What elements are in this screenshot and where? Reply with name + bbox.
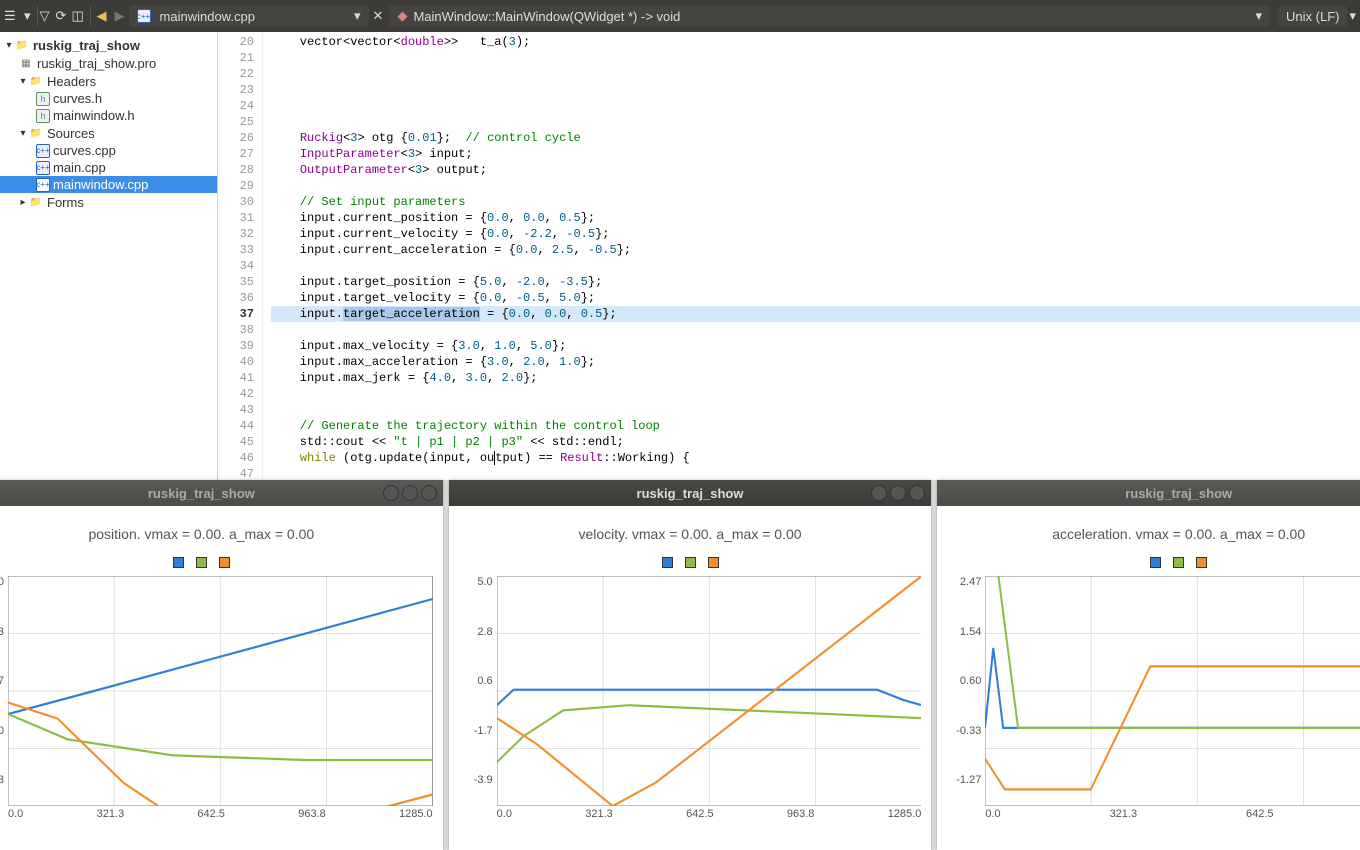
folder-icon: 📁 — [14, 37, 30, 53]
h-icon: h — [36, 92, 50, 106]
chart-title: acceleration. vmax = 0.00. a_max = 0.00 — [947, 526, 1360, 542]
plot-titlebar[interactable]: ruskig_traj_show — [449, 480, 932, 506]
code-editor[interactable]: 2021222324252627282930313233343536373839… — [218, 32, 1360, 480]
x-axis: 0.0321.3642.5963.8 — [947, 808, 1360, 820]
chart-canvas — [8, 576, 433, 806]
encoding-dropdown-icon[interactable]: ▾ — [1349, 8, 1356, 24]
pro-icon: ▦ — [18, 55, 34, 71]
y-axis: 2.471.540.60-0.33-1.27 — [947, 576, 985, 806]
file-tab-label: mainwindow.cpp — [160, 9, 255, 24]
dropdown-1[interactable]: ▾ — [20, 6, 35, 26]
legend-swatch — [173, 557, 184, 568]
tree-sources-folder[interactable]: ▾ 📁 Sources — [0, 124, 217, 142]
nav-fwd[interactable]: ▶ — [111, 6, 129, 26]
expand-icon[interactable]: ▾ — [18, 128, 28, 139]
maximize-icon[interactable] — [890, 485, 906, 501]
plot-window: ruskig_traj_show position. vmax = 0.00. a… — [0, 480, 443, 850]
chart-title: velocity. vmax = 0.00. a_max = 0.00 — [459, 526, 922, 542]
maximize-icon[interactable] — [402, 485, 418, 501]
plot-window: ruskig_traj_show velocity. vmax = 0.00. a… — [449, 480, 932, 850]
file-tab[interactable]: c++ mainwindow.cpp ▾ — [129, 5, 369, 27]
tree-project-root[interactable]: ▾ 📁 ruskig_traj_show — [0, 36, 217, 54]
x-axis: 0.0321.3642.5963.81285.0 — [459, 808, 922, 820]
legend-swatch — [685, 557, 696, 568]
tree-headers-folder[interactable]: ▾ 📁 Headers — [0, 72, 217, 90]
cpp-icon: c++ — [137, 9, 151, 23]
chart-title: position. vmax = 0.00. a_max = 0.00 — [0, 526, 433, 542]
code-content[interactable]: vector<vector<double>> t_a(3); Ruckig<3>… — [263, 32, 1360, 480]
chart-legend — [459, 557, 922, 568]
plot-window: ruskig_traj_show acceleration. vmax = 0.0… — [937, 480, 1360, 850]
window-title: ruskig_traj_show — [148, 486, 255, 501]
top-toolbar: ☰ ▾ ▽ ⟳ ◫ ◀ ▶ c++ mainwindow.cpp ▾ ✕ ◆ M… — [0, 0, 1360, 32]
x-axis: 0.0321.3642.5963.81285.0 — [0, 808, 433, 820]
close-tab-icon[interactable]: ✕ — [373, 8, 384, 24]
sync-icon[interactable]: ⟳ — [56, 8, 72, 24]
split-icon[interactable]: ◫ — [72, 8, 88, 24]
chart-legend — [947, 557, 1360, 568]
minimize-icon[interactable] — [871, 485, 887, 501]
chevron-down-icon[interactable]: ▾ — [354, 8, 361, 24]
minimize-icon[interactable] — [383, 485, 399, 501]
project-name: ruskig_traj_show — [33, 38, 140, 53]
folder-icon: 📁 — [28, 125, 44, 141]
symbol-tab[interactable]: ◆ MainWindow::MainWindow(QWidget *) -> v… — [389, 5, 1270, 27]
tree-source-file[interactable]: c++ curves.cpp — [0, 142, 217, 159]
y-axis: 5.02.80.6-1.7-3.9 — [459, 576, 497, 806]
filter-icon[interactable]: ▽ — [40, 8, 56, 24]
plot-titlebar[interactable]: ruskig_traj_show — [937, 480, 1360, 506]
pin-icon: ◆ — [397, 8, 407, 24]
chart-canvas — [497, 576, 922, 806]
tree-source-file-active[interactable]: c++ mainwindow.cpp — [0, 176, 217, 193]
close-icon[interactable] — [421, 485, 437, 501]
legend-swatch — [708, 557, 719, 568]
cpp-icon: c++ — [36, 178, 50, 192]
line-gutter: 2021222324252627282930313233343536373839… — [218, 32, 263, 480]
cpp-icon: c++ — [36, 161, 50, 175]
folder-icon: 📁 — [28, 194, 44, 210]
legend-swatch — [662, 557, 673, 568]
cpp-icon: c++ — [36, 144, 50, 158]
legend-swatch — [196, 557, 207, 568]
close-icon[interactable] — [909, 485, 925, 501]
legend-swatch — [219, 557, 230, 568]
expand-icon[interactable]: ▾ — [18, 76, 28, 87]
window-title: ruskig_traj_show — [1125, 486, 1232, 501]
menu-icon[interactable]: ☰ — [4, 8, 20, 24]
symbol-tab-label: MainWindow::MainWindow(QWidget *) -> voi… — [413, 9, 680, 24]
collapse-icon[interactable]: ▸ — [18, 197, 28, 208]
folder-icon: 📁 — [28, 73, 44, 89]
chart-canvas — [985, 576, 1360, 806]
chevron-down-icon[interactable]: ▾ — [1255, 8, 1262, 24]
project-tree: ▾ 📁 ruskig_traj_show ▦ ruskig_traj_show.… — [0, 32, 218, 480]
tree-header-file[interactable]: h mainwindow.h — [0, 107, 217, 124]
nav-back[interactable]: ◀ — [93, 6, 111, 26]
y-axis: 03703 — [0, 576, 8, 806]
legend-swatch — [1196, 557, 1207, 568]
h-icon: h — [36, 109, 50, 123]
plot-titlebar[interactable]: ruskig_traj_show — [0, 480, 443, 506]
tree-source-file[interactable]: c++ main.cpp — [0, 159, 217, 176]
tree-forms-folder[interactable]: ▸ 📁 Forms — [0, 193, 217, 211]
tree-header-file[interactable]: h curves.h — [0, 90, 217, 107]
legend-swatch — [1173, 557, 1184, 568]
plot-windows-row: ruskig_traj_show position. vmax = 0.00. a… — [0, 480, 1360, 850]
window-title: ruskig_traj_show — [637, 486, 744, 501]
chart-legend — [0, 557, 433, 568]
tree-pro-file[interactable]: ▦ ruskig_traj_show.pro — [0, 54, 217, 72]
encoding-label[interactable]: Unix (LF) — [1278, 6, 1347, 27]
legend-swatch — [1150, 557, 1161, 568]
expand-icon[interactable]: ▾ — [4, 40, 14, 51]
